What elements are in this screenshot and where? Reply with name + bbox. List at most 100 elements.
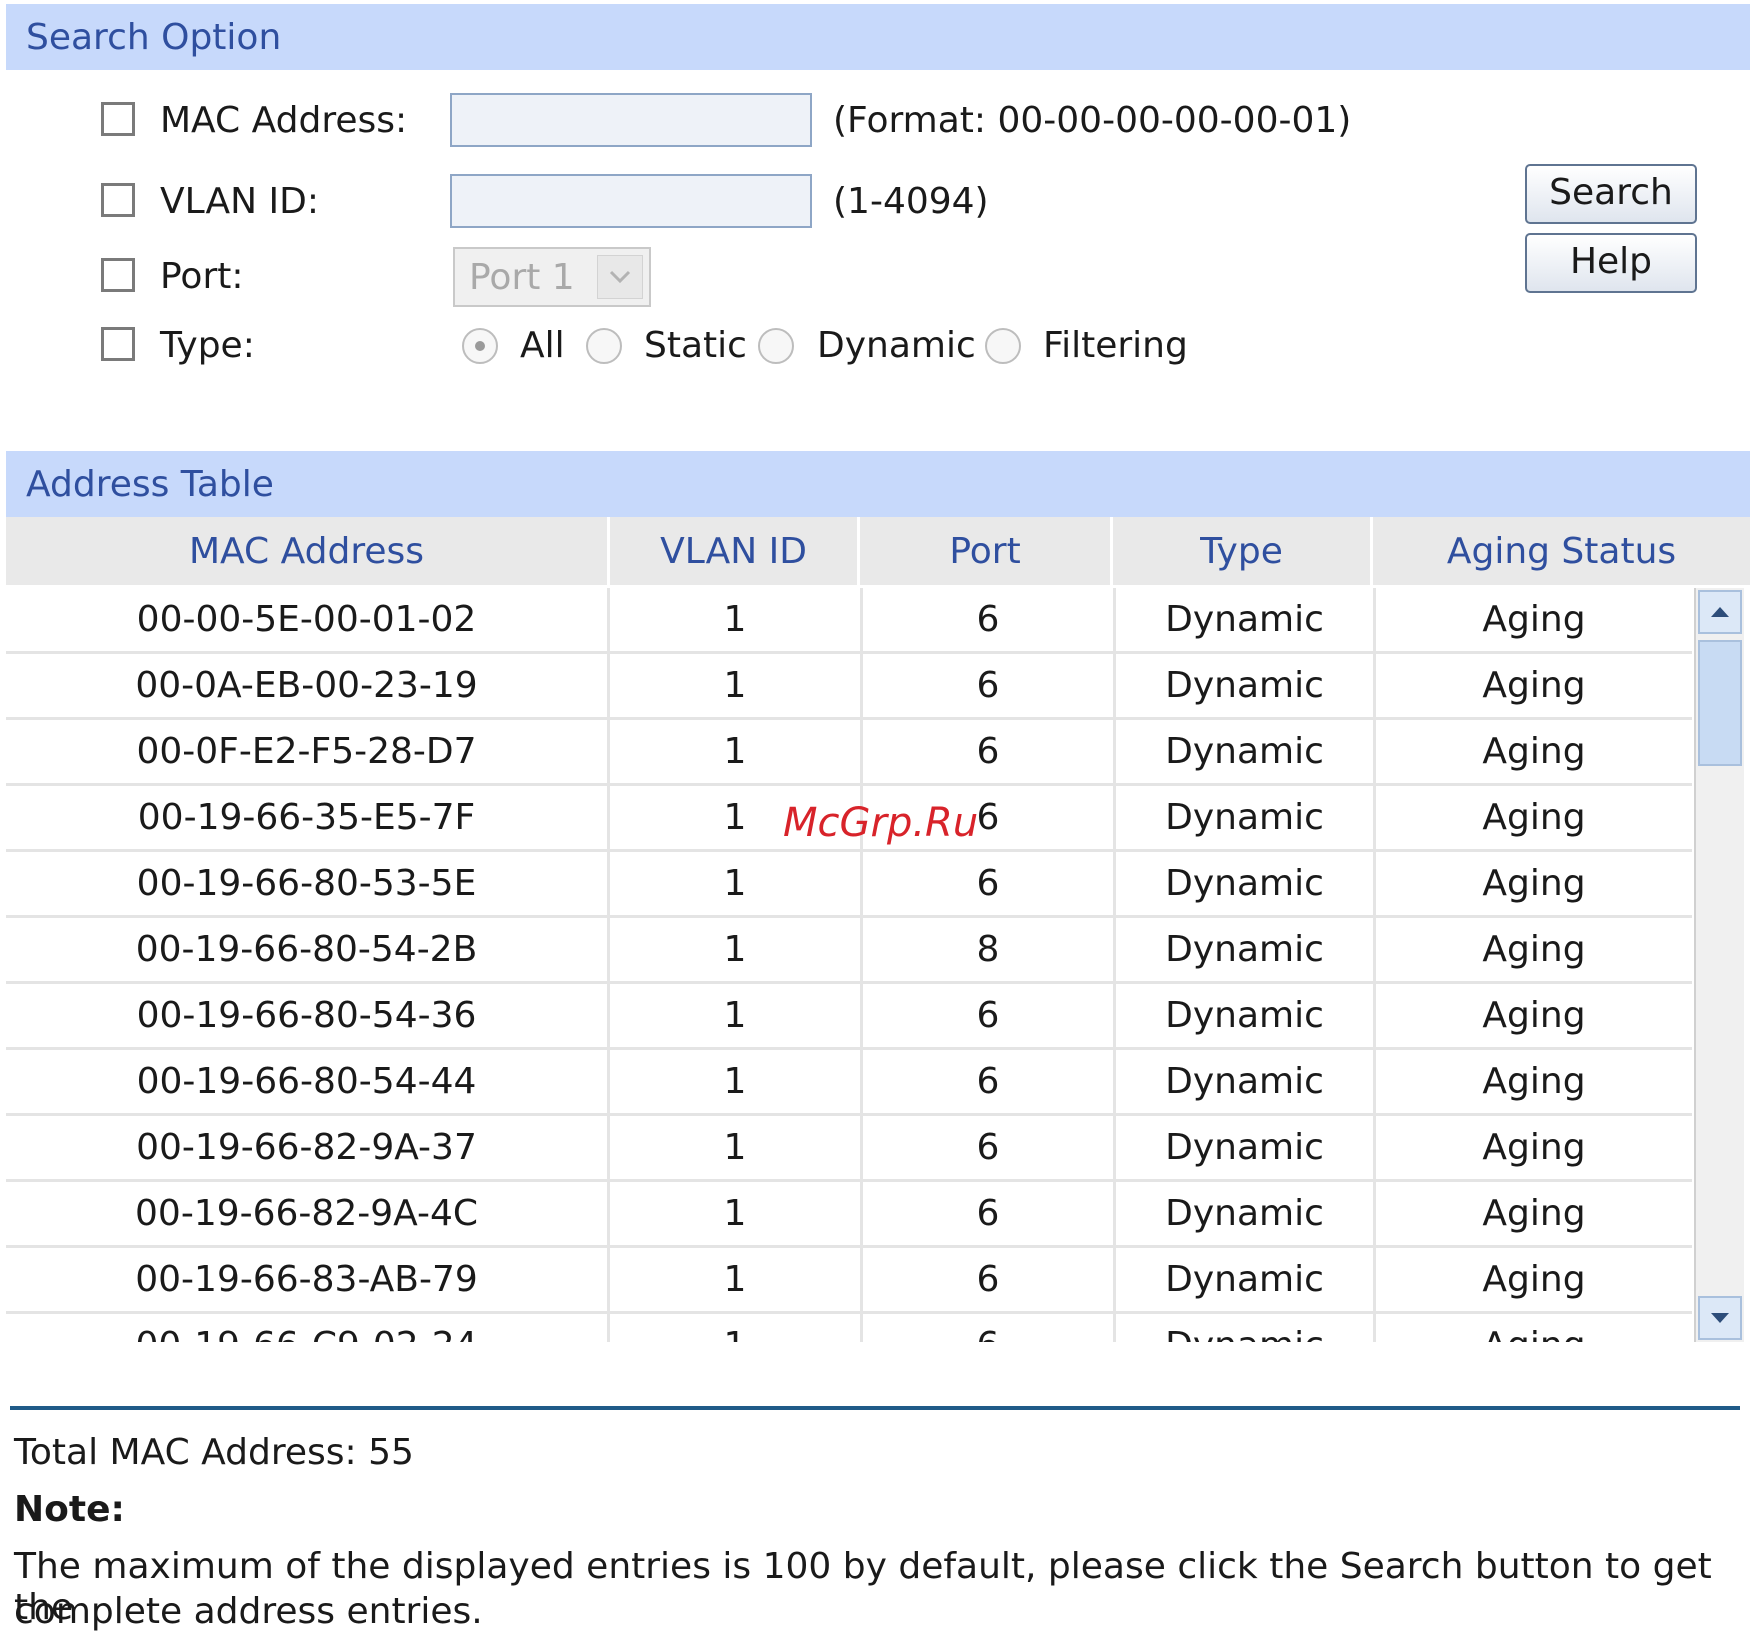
cell-mac-address: 00-0F-E2-F5-28-D7	[6, 720, 610, 783]
search-option-title: Search Option	[26, 16, 282, 58]
note-line-2: complete address entries.	[14, 1591, 483, 1632]
vlan-id-checkbox[interactable]	[101, 183, 135, 217]
cell-type: Dynamic	[1116, 1314, 1376, 1342]
column-header-vlan-id[interactable]: VLAN ID	[610, 517, 860, 585]
table-row[interactable]: 00-19-66-80-54-2B 1 8 Dynamic Aging	[6, 918, 1692, 984]
address-table-header: Address Table	[6, 451, 1750, 517]
cell-aging-status: Aging	[1482, 863, 1586, 904]
cell-port: 6	[863, 984, 1116, 1047]
table-row[interactable]: 00-19-66-82-9A-37 1 6 Dynamic Aging	[6, 1116, 1692, 1182]
cell-vlan-id: 1	[610, 852, 863, 915]
cell-type: Dynamic	[1116, 1050, 1376, 1113]
cell-type: Dynamic	[1116, 720, 1376, 783]
mac-address-hint: (Format: 00-00-00-00-00-01)	[833, 100, 1352, 141]
table-row[interactable]: 00-19-66-C9-02-24 1 6 Dynamic Aging	[6, 1314, 1692, 1342]
cell-vlan-id: 1	[610, 1116, 863, 1179]
search-option-header: Search Option	[6, 4, 1750, 70]
cell-aging-status: Aging	[1482, 1259, 1586, 1300]
cell-type: Dynamic	[1116, 588, 1376, 651]
watermark: McGrp.Ru	[783, 800, 979, 846]
cell-mac-address: 00-19-66-80-54-2B	[6, 918, 610, 981]
table-row[interactable]: 00-00-5E-00-01-02 1 6 Dynamic Aging	[6, 588, 1692, 654]
cell-port: 6	[863, 1050, 1116, 1113]
table-column-headers: MAC Address VLAN ID Port Type Aging Stat…	[6, 517, 1750, 585]
type-radio-dynamic[interactable]	[758, 328, 794, 364]
cell-vlan-id: 1	[610, 984, 863, 1047]
type-radio-all[interactable]	[462, 328, 498, 364]
port-select-value: Port 1	[469, 257, 575, 298]
cell-mac-address: 00-00-5E-00-01-02	[6, 588, 610, 651]
cell-type: Dynamic	[1116, 786, 1376, 849]
type-radio-static[interactable]	[586, 328, 622, 364]
cell-type: Dynamic	[1116, 984, 1376, 1047]
help-button[interactable]: Help	[1525, 233, 1697, 293]
scrollbar-thumb[interactable]	[1698, 640, 1742, 766]
cell-type: Dynamic	[1116, 1182, 1376, 1245]
chevron-down-icon[interactable]	[597, 255, 643, 299]
cell-mac-address: 00-19-66-80-54-44	[6, 1050, 610, 1113]
cell-port: 6	[863, 654, 1116, 717]
cell-aging-status: Aging	[1482, 731, 1586, 772]
table-row[interactable]: 00-19-66-80-54-36 1 6 Dynamic Aging	[6, 984, 1692, 1050]
total-mac-address: Total MAC Address: 55	[14, 1432, 414, 1473]
column-header-type[interactable]: Type	[1113, 517, 1373, 585]
cell-vlan-id: 1	[610, 1182, 863, 1245]
cell-vlan-id: 1	[610, 720, 863, 783]
cell-mac-address: 00-19-66-82-9A-37	[6, 1116, 610, 1179]
type-option-static: Static	[644, 325, 747, 366]
table-row[interactable]: 00-0A-EB-00-23-19 1 6 Dynamic Aging	[6, 654, 1692, 720]
column-header-aging-status[interactable]: Aging Status	[1373, 517, 1750, 585]
table-row[interactable]: 00-0F-E2-F5-28-D7 1 6 Dynamic Aging	[6, 720, 1692, 786]
cell-port: 6	[863, 1314, 1116, 1342]
vlan-id-hint: (1-4094)	[833, 181, 989, 222]
cell-mac-address: 00-19-66-83-AB-79	[6, 1248, 610, 1311]
table-row[interactable]: 00-19-66-80-54-44 1 6 Dynamic Aging	[6, 1050, 1692, 1116]
type-radio-filtering[interactable]	[985, 328, 1021, 364]
cell-type: Dynamic	[1116, 918, 1376, 981]
cell-port: 6	[863, 720, 1116, 783]
cell-vlan-id: 1	[610, 1050, 863, 1113]
cell-type: Dynamic	[1116, 654, 1376, 717]
cell-vlan-id: 1	[610, 1314, 863, 1342]
cell-mac-address: 00-19-66-35-E5-7F	[6, 786, 610, 849]
cell-aging-status: Aging	[1482, 929, 1586, 970]
type-option-all: All	[520, 325, 565, 366]
table-row[interactable]: 00-19-66-80-53-5E 1 6 Dynamic Aging	[6, 852, 1692, 918]
cell-type: Dynamic	[1116, 852, 1376, 915]
cell-port: 6	[863, 588, 1116, 651]
triangle-up-icon[interactable]	[1698, 590, 1742, 634]
vlan-id-input[interactable]	[450, 174, 812, 228]
table-row[interactable]: 00-19-66-83-AB-79 1 6 Dynamic Aging	[6, 1248, 1692, 1314]
cell-vlan-id: 1	[610, 654, 863, 717]
port-checkbox[interactable]	[101, 258, 135, 292]
cell-type: Dynamic	[1116, 1248, 1376, 1311]
port-select[interactable]: Port 1	[453, 247, 651, 307]
type-checkbox[interactable]	[101, 327, 135, 361]
column-header-mac-address[interactable]: MAC Address	[6, 517, 610, 585]
cell-aging-status: Aging	[1482, 665, 1586, 706]
column-header-port[interactable]: Port	[860, 517, 1113, 585]
cell-vlan-id: 1	[610, 918, 863, 981]
search-button[interactable]: Search	[1525, 164, 1697, 224]
cell-port: 8	[863, 918, 1116, 981]
table-scrollbar[interactable]	[1694, 588, 1744, 1342]
footer-divider	[10, 1406, 1740, 1410]
triangle-down-icon[interactable]	[1698, 1296, 1742, 1340]
cell-mac-address: 00-19-66-80-54-36	[6, 984, 610, 1047]
cell-port: 6	[863, 1182, 1116, 1245]
cell-mac-address: 00-19-66-82-9A-4C	[6, 1182, 610, 1245]
cell-port: 6	[863, 1248, 1116, 1311]
mac-address-checkbox[interactable]	[101, 102, 135, 136]
type-option-filtering: Filtering	[1043, 325, 1188, 366]
cell-mac-address: 00-19-66-80-53-5E	[6, 852, 610, 915]
table-row[interactable]: 00-19-66-82-9A-4C 1 6 Dynamic Aging	[6, 1182, 1692, 1248]
cell-vlan-id: 1	[610, 588, 863, 651]
cell-aging-status: Aging	[1482, 599, 1586, 640]
cell-mac-address: 00-19-66-C9-02-24	[6, 1314, 610, 1342]
port-label: Port:	[160, 256, 244, 297]
mac-address-input[interactable]	[450, 93, 812, 147]
cell-aging-status: Aging	[1376, 1314, 1692, 1342]
cell-vlan-id: 1	[610, 1248, 863, 1311]
cell-port: 6	[863, 1116, 1116, 1179]
cell-aging-status: Aging	[1482, 1061, 1586, 1102]
